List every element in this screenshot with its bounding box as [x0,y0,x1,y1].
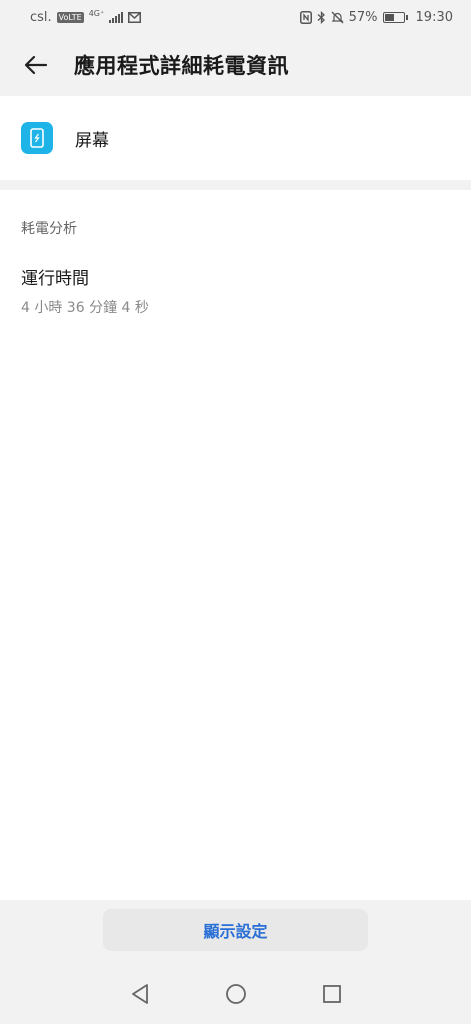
section-header: 耗電分析 [21,221,77,237]
battery-icon [382,11,408,23]
runtime-title: 運行時間 [21,269,89,289]
bluetooth-icon [317,10,325,24]
nav-back-button[interactable] [126,980,154,1008]
app-info-card: 屏幕 [0,96,471,180]
battery-level-fill [384,13,395,21]
navigation-bar [0,964,471,1024]
power-analysis-card: 耗電分析 運行時間 4 小時 36 分鐘 4 秒 [0,190,471,900]
battery-percent: 57% [348,9,378,25]
list-item: 運行時間 4 小時 36 分鐘 4 秒 [21,264,450,317]
signal-icon [109,11,124,23]
mail-icon [128,11,142,23]
nav-home-icon [225,984,246,1004]
status-left: csl. VoLTE 4G⁺ [30,8,142,25]
back-button[interactable] [18,47,54,83]
phone-glyph-icon [30,128,44,148]
runtime-value: 4 小時 36 分鐘 4 秒 [21,300,149,316]
mute-icon [331,11,344,23]
status-bar: csl. VoLTE 4G⁺ 57% 19:30 [0,0,471,34]
status-right: 57% 19:30 [299,9,453,25]
network-type-label: 4G⁺ [88,8,105,18]
app-bar: 應用程式詳細耗電資訊 [0,34,471,96]
back-arrow-icon [24,55,48,75]
nav-recents-button[interactable] [318,980,346,1008]
app-name: 屏幕 [75,130,109,151]
page-title: 應用程式詳細耗電資訊 [74,54,289,78]
nav-recents-icon [322,985,341,1003]
screen-icon [21,122,53,154]
nav-home-button[interactable] [222,980,250,1008]
display-settings-button[interactable]: 顯示設定 [103,909,368,951]
volte-badge: VoLTE [56,11,84,23]
nfc-icon [299,10,312,24]
carrier-label: csl. [30,9,52,25]
nav-back-icon [131,984,148,1004]
clock: 19:30 [415,9,453,25]
